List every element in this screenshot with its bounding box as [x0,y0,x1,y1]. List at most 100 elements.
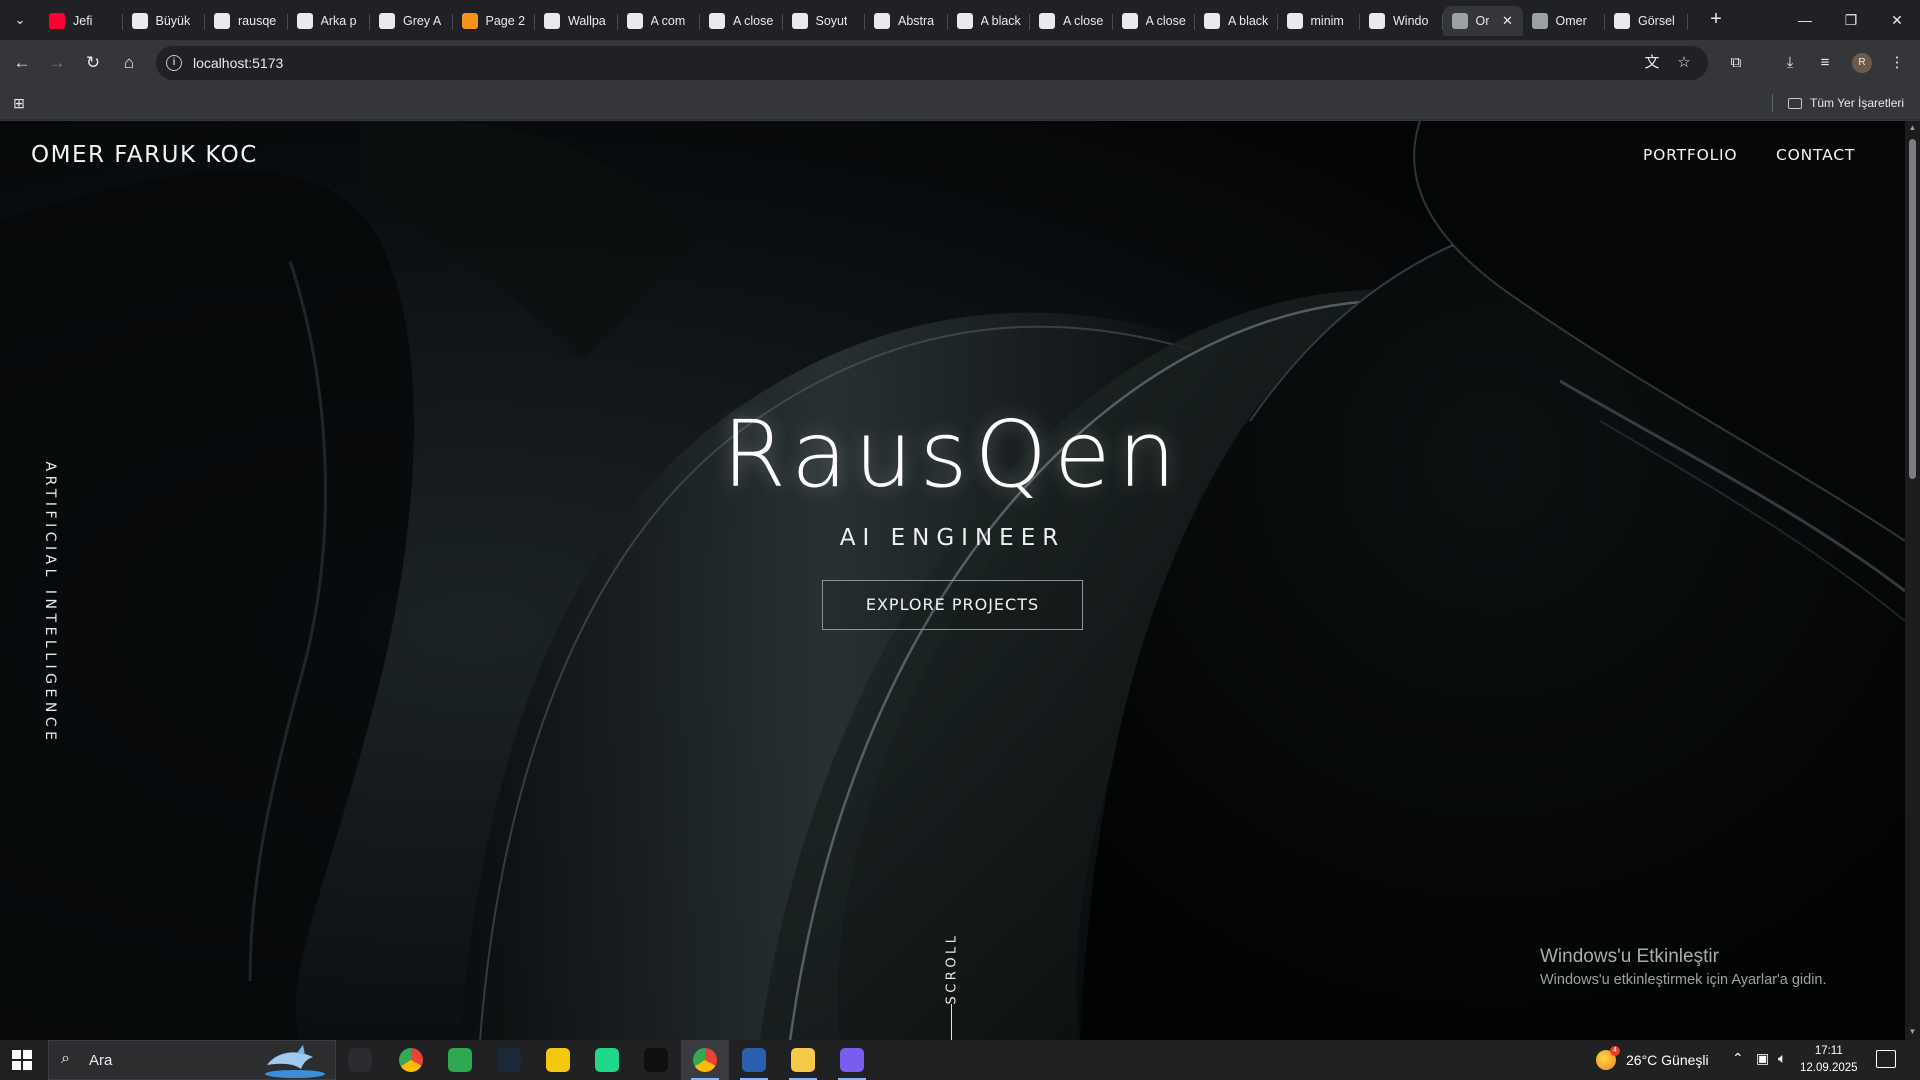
nav-portfolio-link[interactable]: PORTFOLIO [1643,146,1737,164]
browser-tab[interactable]: Soyut [783,6,866,36]
folder-icon [1788,97,1802,109]
taskbar-app[interactable] [779,1040,827,1080]
browser-tab[interactable]: minim [1278,6,1361,36]
tray-chevron-icon[interactable]: ⌃ [1732,1050,1744,1067]
menu-icon[interactable]: ⋮ [1884,50,1910,76]
taskbar-app[interactable] [534,1040,582,1080]
forward-icon[interactable]: → [44,50,70,76]
powershell-icon [742,1048,766,1072]
minimize-icon[interactable]: — [1782,0,1828,40]
istock-icon [874,13,890,29]
browser-tab[interactable]: Wallpa [535,6,618,36]
scrollbar-thumb[interactable] [1909,139,1916,479]
unsplash-icon [1204,13,1220,29]
tab-search-icon[interactable]: ⌄ [8,8,32,32]
restore-icon[interactable]: ❐ [1828,0,1874,40]
browser-tab[interactable]: rausqe [205,6,288,36]
browser-tab[interactable]: Arka p [288,6,371,36]
browser-tab[interactable]: A close [1113,6,1196,36]
bookmark-star-icon[interactable]: ☆ [1672,51,1696,75]
file-explorer-icon [791,1048,815,1072]
taskbar-app[interactable] [730,1040,778,1080]
search-placeholder: Ara [89,1052,113,1069]
explore-projects-button[interactable]: EXPLORE PROJECTS [822,580,1083,630]
scroll-down-icon[interactable]: ▼ [1908,1027,1917,1036]
extensions-icon[interactable]: ⧉ [1723,50,1749,76]
address-bar[interactable]: i localhost:5173 文 ☆ [156,46,1708,80]
taskbar-app[interactable] [681,1040,729,1080]
browser-tab[interactable]: Omer [1523,6,1606,36]
sun-icon: 4 [1596,1046,1620,1070]
tab-label: Wallpa [568,14,606,28]
all-bookmarks-button[interactable]: Tüm Yer İşaretleri [1788,94,1904,112]
taskbar-app[interactable] [583,1040,631,1080]
tab-label: A black [980,14,1021,28]
browser-toolbar: ← → ↻ ⌂ i localhost:5173 文 ☆ ⧉ ⤓ ≡ R ⋮ [0,40,1920,86]
back-icon[interactable]: ← [9,50,35,76]
home-icon[interactable]: ⌂ [116,50,142,76]
browser-tab[interactable]: A close [700,6,783,36]
taskbar-app[interactable] [436,1040,484,1080]
steam-icon [497,1048,521,1072]
browser-tab[interactable]: Abstra [865,6,948,36]
browser-tab[interactable]: A black [1195,6,1278,36]
taskbar-app[interactable] [485,1040,533,1080]
page-scrollbar[interactable]: ▲ ▼ [1905,121,1920,1041]
browser-tab[interactable]: Görsel [1605,6,1688,36]
new-tab-icon[interactable]: + [1704,8,1728,32]
taskbar-app[interactable] [387,1040,435,1080]
wallpaper-icon [544,13,560,29]
tab-strip: ⌄ Jefi Büyük rausqe Arka p Grey A Page 2 Wallp… [0,0,1920,40]
weather-widget[interactable]: 4 26°C Güneşli [1596,1046,1709,1070]
activation-title: Windows'u Etkinleştir [1540,946,1719,967]
notification-icon[interactable] [1876,1050,1896,1068]
downloads-icon[interactable]: ⤓ [1777,50,1803,76]
network-icon[interactable]: ▣ [1756,1050,1769,1067]
browser-tab[interactable]: Page 2 [453,6,536,36]
browser-tab[interactable]: Jefi [40,6,123,36]
unsplash-icon [1121,13,1138,29]
tab-close-icon[interactable]: ✕ [1499,12,1517,30]
browser-tab[interactable]: A black [948,6,1031,36]
unsplash-icon [1039,13,1055,29]
windows-start-icon[interactable] [12,1050,32,1070]
browser-tab[interactable]: A close [1030,6,1113,36]
purple-app-icon [840,1048,864,1072]
tab-label: A black [1228,14,1268,28]
volume-icon[interactable]: 🔈︎ [1778,1050,1786,1067]
unsplash-icon [379,13,395,29]
scroll-indicator-label: SCROLL [944,932,960,1005]
profile-avatar[interactable]: R [1852,53,1872,73]
tab-label: Windo [1393,14,1429,28]
apps-grid-icon[interactable]: ⊞ [10,94,28,112]
browser-tab[interactable]: Büyük [123,6,206,36]
taskbar-app[interactable] [336,1040,384,1080]
browser-tab[interactable]: A com [618,6,701,36]
refresh-app-icon [448,1048,472,1072]
nav-contact-link[interactable]: CONTACT [1776,146,1855,164]
tab-label: Omer [1555,14,1587,28]
taskbar-app[interactable] [632,1040,680,1080]
reload-icon[interactable]: ↻ [80,50,106,76]
taskbar-search-input[interactable]: ⌕ Ara [48,1040,336,1080]
window-close-icon[interactable]: ✕ [1874,0,1920,40]
web-page: OMER FARUK KOC PORTFOLIO CONTACT RausQen… [0,121,1905,1041]
media-control-icon[interactable]: ≡ [1812,50,1838,76]
scroll-up-icon[interactable]: ▲ [1908,123,1917,132]
browser-tab[interactable]: Windo [1360,6,1443,36]
taskbar-clock[interactable]: 17:11 12.09.2025 [1800,1043,1858,1077]
url-text[interactable]: localhost:5173 [193,55,283,71]
taskbar-app[interactable] [828,1040,876,1080]
chrome-icon [399,1048,423,1072]
tab-label: A close [1063,14,1103,28]
tab-label: Page 2 [485,14,526,28]
terminal-app-icon [644,1048,668,1072]
site-info-icon[interactable]: i [166,55,182,71]
site-brand[interactable]: OMER FARUK KOC [31,142,258,168]
browser-tab[interactable]: Grey A [370,6,453,36]
globe-icon [1451,13,1468,29]
browser-tab[interactable]: Or ✕ [1442,6,1523,36]
translate-icon[interactable]: 文 [1640,51,1664,75]
bookmarks-divider [1772,94,1773,112]
tab-label: Or [1475,14,1490,28]
